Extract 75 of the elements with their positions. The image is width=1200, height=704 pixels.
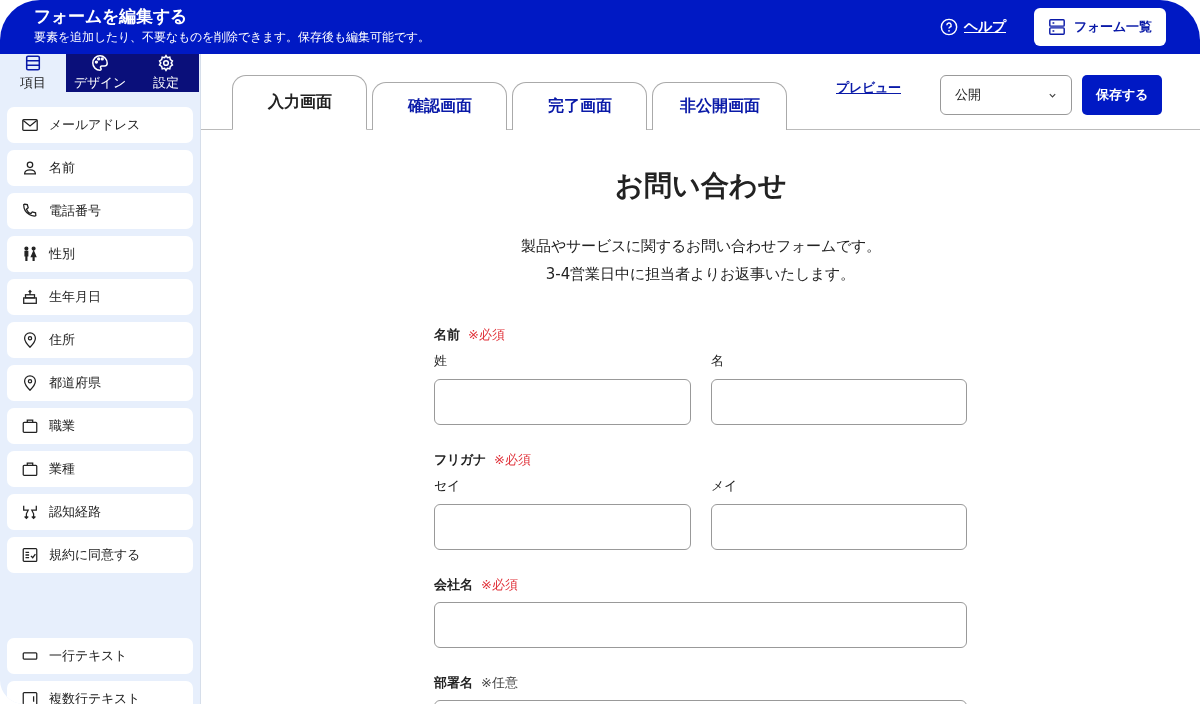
field-type-label: メールアドレス (49, 116, 140, 134)
field-type-label: 規約に同意する (49, 546, 140, 564)
form-list-button[interactable]: フォーム一覧 (1034, 8, 1166, 46)
form-description: 製品やサービスに関するお問い合わせフォームです。 3-4営業日中に担当者よりお返事いたします。 (520, 236, 881, 285)
field-type-label: 職業 (49, 417, 75, 435)
mail-icon (21, 116, 39, 134)
help-icon (940, 18, 958, 36)
screen-tab[interactable]: 完了画面 (512, 82, 647, 130)
field-type-item[interactable]: 規約に同意する (7, 537, 193, 573)
field-type-item[interactable]: 生年月日 (7, 279, 193, 315)
field-type-item[interactable]: 職業 (7, 408, 193, 444)
field-label: 会社名 (434, 576, 473, 594)
screen-tab[interactable]: 確認画面 (372, 82, 507, 130)
form-title: お問い合わせ (614, 168, 787, 204)
phone-icon (21, 202, 39, 220)
field-label: 名前 (434, 326, 460, 344)
cake-icon (21, 288, 39, 306)
list-icon (24, 54, 42, 72)
field-type-label: 都道府県 (49, 374, 101, 392)
field-type-item[interactable]: 都道府県 (7, 365, 193, 401)
help-link[interactable]: ヘルプ (964, 18, 1006, 36)
field-type-label: 認知経路 (49, 503, 101, 521)
screen-tab[interactable]: 入力画面 (232, 75, 367, 130)
page-title: フォームを編集する (34, 5, 188, 27)
briefcase-icon (21, 417, 39, 435)
input-field[interactable] (710, 379, 967, 425)
field-type-item[interactable]: 複数行テキスト (7, 681, 193, 704)
briefcase-icon (21, 460, 39, 478)
field-type-item[interactable]: 名前 (7, 150, 193, 186)
sub-label: セイ (434, 477, 461, 495)
field-note: ※必須 (468, 326, 505, 344)
field-type-label: 業種 (49, 460, 75, 478)
field-type-item[interactable]: 認知経路 (7, 494, 193, 530)
field-note: ※必須 (481, 576, 518, 594)
field-type-item[interactable]: 電話番号 (7, 193, 193, 229)
input-field[interactable] (434, 504, 691, 550)
checklist-icon (21, 546, 39, 564)
field-type-item[interactable]: 住所 (7, 322, 193, 358)
screen-tab[interactable]: 非公開画面 (652, 82, 787, 130)
field-type-label: 生年月日 (49, 288, 101, 306)
field-type-item[interactable]: 業種 (7, 451, 193, 487)
status-select[interactable]: 公開 (940, 75, 1072, 115)
field-note: ※必須 (494, 451, 531, 469)
field-label: フリガナ (434, 451, 486, 469)
pin-icon (21, 331, 39, 349)
textarea-icon (21, 690, 39, 704)
field-type-label: 性別 (49, 245, 75, 263)
field-type-label: 電話番号 (49, 202, 101, 220)
people-icon (21, 245, 39, 263)
sub-label: 姓 (434, 352, 448, 370)
preview-link[interactable]: プレビュー (836, 78, 901, 97)
field-type-label: 一行テキスト (49, 647, 127, 665)
sub-label: 名 (710, 352, 725, 370)
field-type-item[interactable]: 性別 (7, 236, 193, 272)
save-button[interactable]: 保存する (1082, 75, 1162, 115)
field-note: ※任意 (481, 674, 518, 692)
sub-label: メイ (710, 477, 738, 495)
field-type-label: 名前 (49, 159, 75, 177)
input-field[interactable] (434, 602, 967, 648)
field-type-item[interactable]: 一行テキスト (7, 638, 193, 674)
input-field[interactable] (710, 504, 967, 550)
sidebar-tab[interactable]: デザイン (66, 54, 133, 92)
palette-icon (90, 54, 109, 72)
list-icon (1048, 18, 1066, 36)
field-type-label: 住所 (49, 331, 75, 349)
gear-icon (157, 54, 175, 72)
field-type-item[interactable]: メールアドレス (7, 107, 193, 143)
input-field[interactable] (434, 379, 691, 425)
arrows-icon (21, 503, 39, 521)
field-label: 部署名 (434, 674, 473, 692)
field-type-label: 複数行テキスト (49, 690, 140, 704)
pin-icon (21, 374, 39, 392)
person-icon (21, 159, 39, 177)
page-subtitle: 要素を追加したり、不要なものを削除できます。保存後も編集可能です。 (34, 29, 431, 45)
sidebar-tab[interactable]: 設定 (133, 54, 199, 92)
